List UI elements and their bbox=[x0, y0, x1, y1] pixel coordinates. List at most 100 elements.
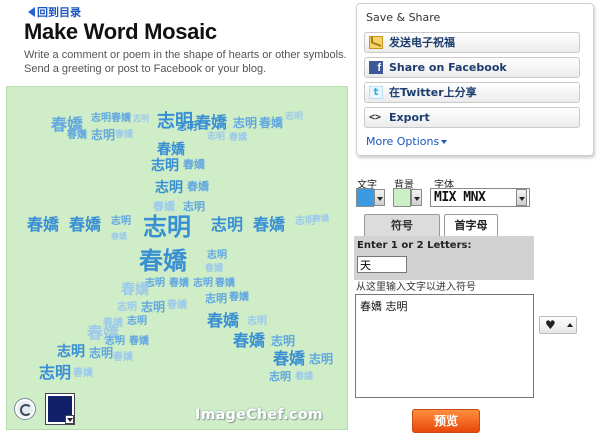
mosaic-word: 春嬌 bbox=[157, 142, 185, 158]
mosaic-word: 志明 bbox=[309, 352, 334, 366]
facebook-icon: f bbox=[369, 61, 383, 74]
code-icon: <> bbox=[369, 112, 382, 123]
chevron-down-icon[interactable] bbox=[411, 189, 422, 206]
mosaic-word: 春嬌 bbox=[111, 113, 131, 124]
mosaic-word: 春嬌 bbox=[187, 180, 209, 193]
heart-icon: ♥ bbox=[545, 318, 556, 332]
shape-select[interactable]: ♥ bbox=[539, 316, 577, 334]
mosaic-word: 春嬌 bbox=[259, 116, 284, 130]
mosaic-word: 春嬌 bbox=[183, 158, 205, 171]
mosaic-word: 志明 bbox=[143, 213, 191, 241]
mosaic-word: 志明 bbox=[183, 200, 205, 213]
mosaic-word: 春嬌 bbox=[233, 331, 266, 350]
mosaic-text-input[interactable]: 春嬌 志明 bbox=[355, 294, 534, 398]
font-select[interactable]: MIX MNX bbox=[430, 188, 530, 207]
chevron-down-icon bbox=[441, 140, 448, 144]
mosaic-word: 春嬌 bbox=[113, 352, 133, 363]
more-options-link[interactable]: More Options bbox=[366, 135, 448, 148]
chevron-down-icon[interactable] bbox=[516, 189, 527, 206]
mosaic-word: 春嬌 bbox=[67, 130, 87, 141]
mosaic-word: 志明 bbox=[127, 316, 147, 327]
mosaic-word: 春嬌 bbox=[69, 215, 102, 234]
mosaic-word: 春嬌 bbox=[167, 300, 187, 311]
canvas-color-swatch[interactable] bbox=[45, 393, 75, 425]
share-facebook-label: Share on Facebook bbox=[389, 61, 507, 74]
mosaic-canvas[interactable]: 春嬌 志明 春嬌 志明 春嬌 志明 春嬌 志明 春嬌 志明 春嬌 志明 春嬌 志… bbox=[6, 86, 348, 430]
letters-input-label: Enter 1 or 2 Letters: bbox=[357, 240, 472, 251]
imagechef-watermark: ImageChef.com bbox=[195, 407, 324, 423]
tab-symbol[interactable]: 符号 bbox=[364, 214, 440, 236]
mosaic-word: 志明 bbox=[247, 316, 267, 327]
mosaic-word: 春嬌 bbox=[205, 264, 224, 274]
mosaic-word: 春嬌 bbox=[139, 247, 187, 275]
chevron-up-icon bbox=[567, 323, 573, 327]
mosaic-word: 志明 bbox=[91, 128, 116, 142]
mosaic-word: 春嬌 bbox=[169, 278, 189, 289]
rotate-icon[interactable] bbox=[14, 398, 36, 420]
mosaic-word: 志明 bbox=[89, 346, 114, 360]
mosaic-word: 春嬌 bbox=[273, 349, 306, 368]
more-options-label: More Options bbox=[366, 135, 440, 148]
mosaic-word: 春嬌 bbox=[229, 133, 248, 143]
mosaic-word: 志明 bbox=[111, 216, 131, 227]
mosaic-word: 春嬌 bbox=[111, 232, 127, 241]
page-description: Write a comment or poem in the shape of … bbox=[24, 49, 347, 75]
mosaic-word: 志明 bbox=[155, 180, 183, 196]
tab-initial-letters[interactable]: 首字母 bbox=[444, 214, 498, 236]
mosaic-word: 志明 bbox=[233, 116, 258, 130]
text-color-swatch[interactable] bbox=[356, 188, 374, 207]
export-label: Export bbox=[389, 111, 430, 124]
letters-input[interactable] bbox=[357, 256, 407, 273]
save-share-title: Save & Share bbox=[366, 11, 441, 24]
chevron-down-icon[interactable] bbox=[374, 189, 385, 206]
mosaic-word: 春嬌 bbox=[229, 292, 249, 303]
share-twitter-label: 在Twitter上分享 bbox=[389, 86, 477, 99]
mosaic-word: 志明 bbox=[141, 300, 166, 314]
mosaic-word: 志明 bbox=[207, 132, 226, 142]
mosaic-word: 志明 bbox=[133, 114, 149, 123]
mosaic-word: 春嬌 bbox=[295, 372, 314, 382]
export-button[interactable]: <> Export bbox=[364, 107, 580, 128]
mosaic-word: 志明 bbox=[177, 122, 197, 133]
mosaic-word: 志明 bbox=[151, 158, 179, 174]
preview-button[interactable]: 预览 bbox=[412, 409, 480, 433]
envelope-icon bbox=[369, 36, 383, 49]
font-select-value: MIX MNX bbox=[434, 190, 486, 205]
chevron-down-icon bbox=[65, 415, 74, 424]
mosaic-word: 春嬌 bbox=[73, 368, 93, 379]
mosaic-word: 志明 bbox=[211, 215, 244, 234]
mosaic-word: 志明 bbox=[57, 344, 85, 360]
mosaic-word: 志明 bbox=[295, 216, 315, 227]
mosaic-word: 春嬌 bbox=[195, 113, 228, 132]
entry-hint: 从这里输入文字以进入符号 bbox=[356, 282, 476, 293]
mosaic-word: 志明 bbox=[117, 302, 137, 313]
bg-color-swatch[interactable] bbox=[393, 188, 411, 207]
mosaic-word: 春嬌 bbox=[115, 130, 134, 140]
mosaic-word: 春嬌 bbox=[153, 200, 175, 213]
mosaic-word: 春嬌 bbox=[27, 215, 60, 234]
mosaic-word: 志明 bbox=[193, 278, 213, 289]
mosaic-word: 春嬌 bbox=[121, 282, 149, 298]
share-facebook-button[interactable]: f Share on Facebook bbox=[364, 57, 580, 78]
mosaic-word: 志明 bbox=[271, 334, 296, 348]
twitter-icon: t bbox=[369, 86, 383, 99]
page-title: Make Word Mosaic bbox=[24, 19, 217, 44]
back-to-catalog-link[interactable]: 回到目录 bbox=[28, 4, 81, 20]
mosaic-word: 志明 bbox=[285, 112, 304, 122]
send-ecard-button[interactable]: 发送电子祝福 bbox=[364, 32, 580, 53]
mosaic-word: 志明 bbox=[205, 292, 227, 305]
mosaic-word: 春嬌 bbox=[215, 278, 235, 289]
save-share-panel bbox=[356, 3, 594, 156]
mosaic-word: 春嬌 bbox=[129, 336, 149, 347]
mosaic-word: 志明 bbox=[39, 363, 72, 382]
mosaic-word: 春嬌 bbox=[253, 215, 286, 234]
back-arrow-icon bbox=[28, 7, 35, 17]
mosaic-word: 志明 bbox=[269, 370, 291, 383]
back-link-label: 回到目录 bbox=[37, 6, 81, 19]
share-twitter-button[interactable]: t 在Twitter上分享 bbox=[364, 82, 580, 103]
mosaic-word: 志明 bbox=[91, 113, 111, 124]
send-ecard-label: 发送电子祝福 bbox=[389, 36, 455, 49]
mosaic-word: 志明 bbox=[207, 250, 227, 261]
mosaic-word: 春嬌 bbox=[313, 214, 329, 223]
mosaic-word: 春嬌 bbox=[207, 311, 240, 330]
